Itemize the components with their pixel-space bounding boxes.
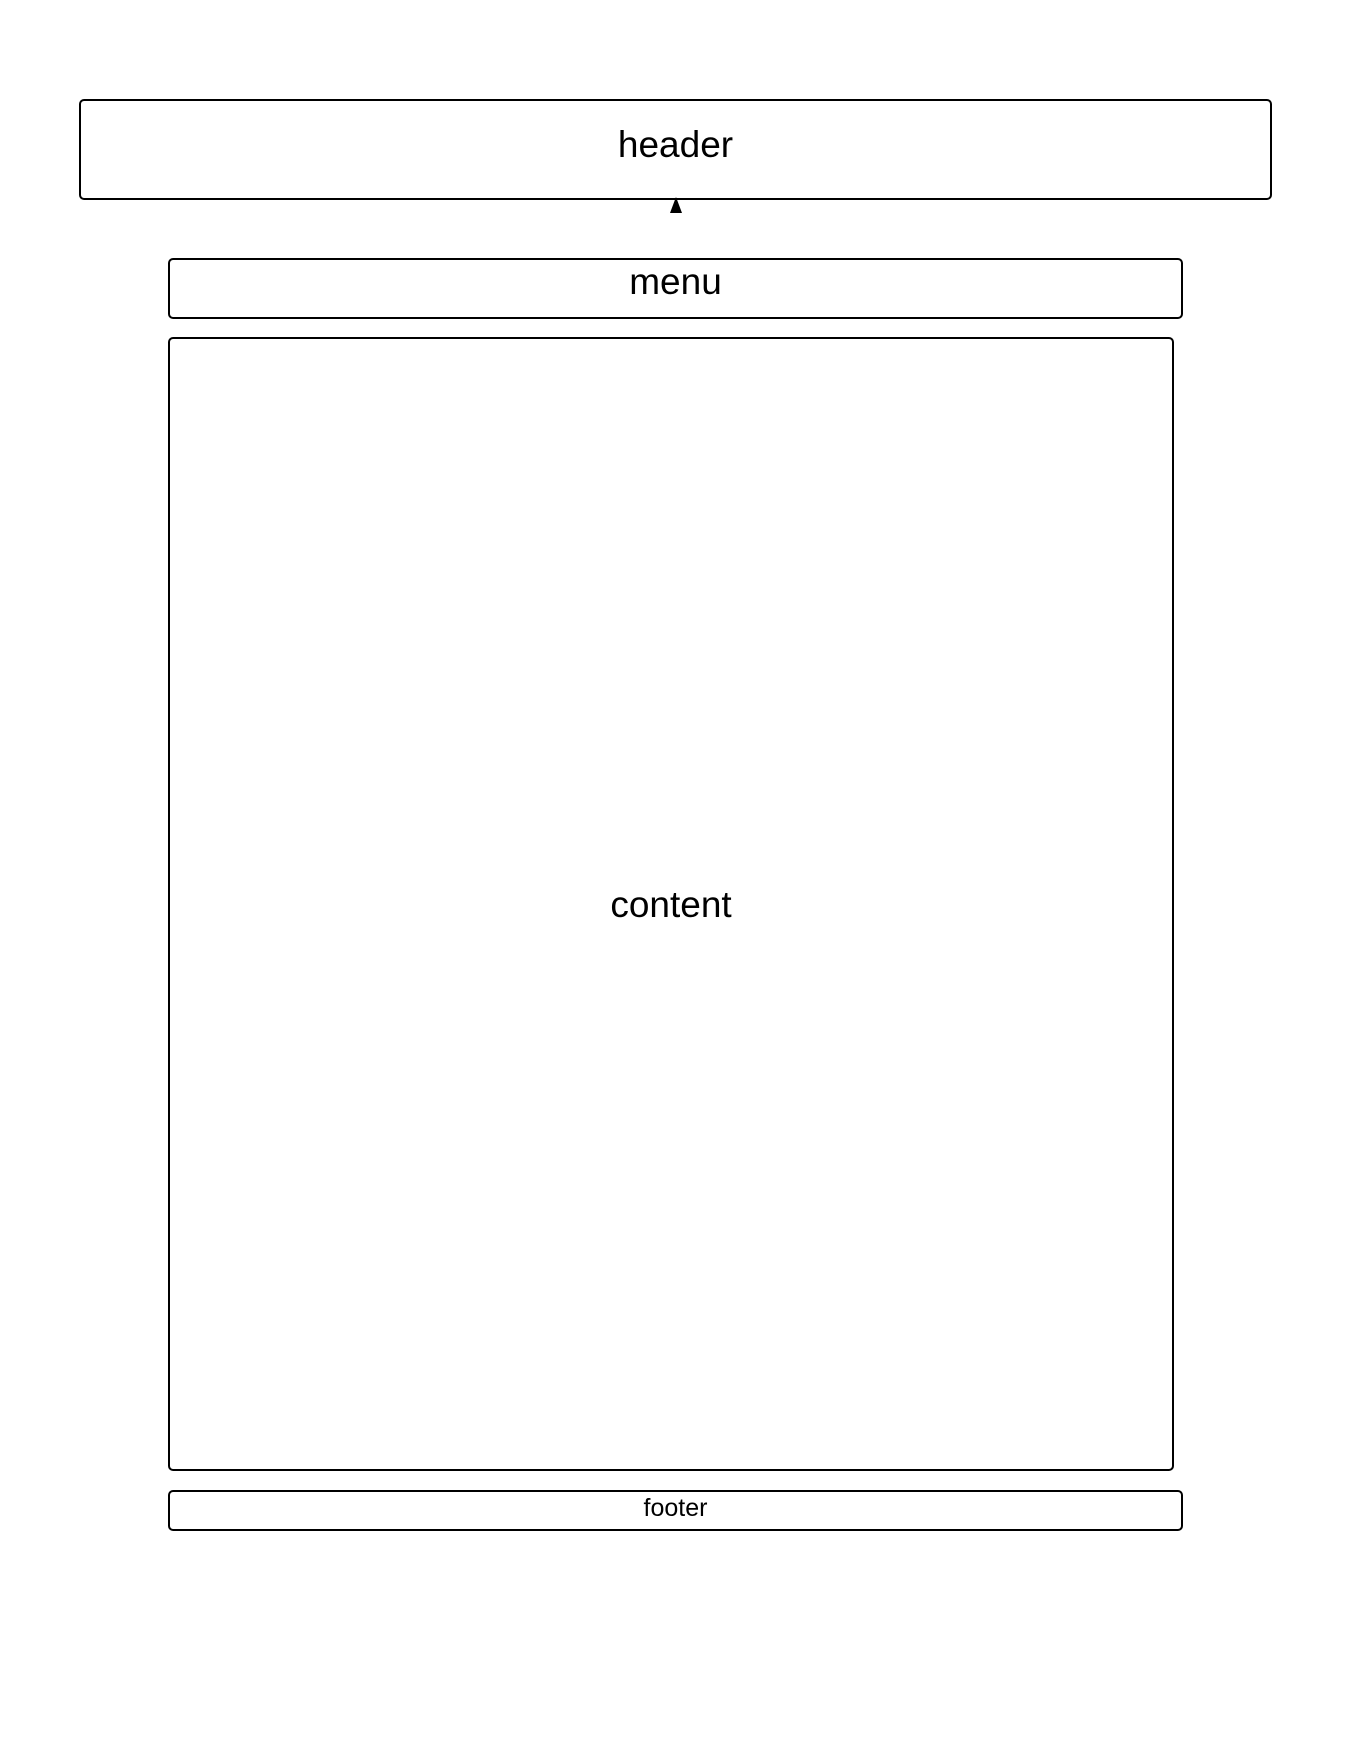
menu-box: menu (168, 258, 1183, 319)
header-box: header (79, 99, 1272, 200)
menu-label: menu (629, 261, 722, 302)
footer-box: footer (168, 1490, 1183, 1531)
header-label: header (617, 124, 734, 165)
content-label: content (610, 883, 732, 925)
content-box: content (168, 337, 1174, 1471)
footer-label: footer (643, 1494, 708, 1522)
